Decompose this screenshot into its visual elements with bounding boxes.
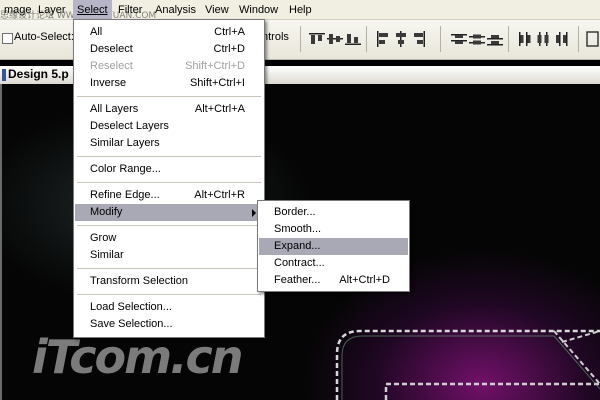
menu-item-deselect-layers[interactable]: Deselect Layers [75, 118, 263, 135]
menu-item-label: Color Range... [90, 163, 161, 175]
menu-separator [77, 96, 261, 97]
menu-item-label: All Layers [90, 103, 139, 115]
menu-item-transform-selection[interactable]: Transform Selection [75, 273, 263, 290]
menu-item-label: All [90, 26, 103, 38]
menu-item-label: Similar [90, 249, 124, 261]
menu-item-reselect: Reselect Shift+Ctrl+D [75, 58, 263, 75]
menu-item-shortcut: Ctrl+A [214, 26, 245, 38]
menu-item-label: Smooth... [274, 223, 322, 235]
menu-layer[interactable]: Layer [34, 0, 70, 20]
menu-item-shortcut: Shift+Ctrl+I [189, 77, 245, 89]
menu-item-label: Save Selection... [90, 318, 173, 330]
distribute-left-edges-icon[interactable] [516, 30, 534, 48]
menu-separator [77, 225, 261, 226]
menu-item-all-layers[interactable]: All Layers Alt+Ctrl+A [75, 101, 263, 118]
separator [440, 26, 441, 52]
menu-analysis[interactable]: Analysis [151, 0, 200, 20]
menu-bar: 思缘设计论坛 WWW.MISSYUAN.COM mage Layer Selec… [0, 0, 600, 21]
distribute-vertical-centers-icon[interactable] [468, 30, 486, 48]
separator [508, 26, 509, 52]
menu-item-label: Inverse [90, 77, 127, 89]
menu-item-grow[interactable]: Grow [75, 230, 263, 247]
menu-item-label: Modify [90, 206, 123, 218]
separator [366, 26, 367, 52]
menu-separator [77, 156, 261, 157]
align-horizontal-centers-icon[interactable] [392, 30, 410, 48]
distribute-horizontal-centers-icon[interactable] [534, 30, 552, 48]
distribute-right-edges-icon[interactable] [552, 30, 570, 48]
menu-separator [77, 268, 261, 269]
select-menu: All Ctrl+A Deselect Ctrl+D Reselect Shift+C… [73, 19, 265, 338]
separator [578, 26, 579, 52]
align-vertical-centers-icon[interactable] [326, 30, 344, 48]
menu-item-label: Expand... [274, 240, 321, 252]
menu-help[interactable]: Help [285, 0, 316, 20]
menu-view[interactable]: View [201, 0, 233, 20]
menu-item-feather[interactable]: Feather... Alt+Ctrl+D [259, 272, 408, 289]
menu-item-refine-edge[interactable]: Refine Edge... Alt+Ctrl+R [75, 187, 263, 204]
menu-item-modify[interactable]: Modify [75, 204, 263, 221]
menu-item-color-range[interactable]: Color Range... [75, 161, 263, 178]
distribute-top-edges-icon[interactable] [450, 30, 468, 48]
menu-item-label: Refine Edge... [90, 189, 160, 201]
document-title: Design 5.p [8, 67, 69, 81]
menu-item-label: Grow [90, 232, 117, 244]
menu-item-label: Border... [274, 206, 316, 218]
menu-select-label: Select [77, 4, 108, 16]
menu-item-label: Feather... [274, 274, 321, 286]
menu-item-shortcut: Alt+Ctrl+R [194, 189, 245, 201]
menu-item-label: Transform Selection [90, 275, 189, 287]
menu-item-contract[interactable]: Contract... [259, 255, 408, 272]
menu-item-similar[interactable]: Similar [75, 247, 263, 264]
menu-item-shortcut: Shift+Ctrl+D [185, 60, 245, 72]
menu-item-label: Similar Layers [90, 137, 160, 149]
distribute-bottom-edges-icon[interactable] [486, 30, 504, 48]
menu-image[interactable]: mage [0, 0, 36, 20]
menu-item-save-selection[interactable]: Save Selection... [75, 316, 263, 333]
menu-item-inverse[interactable]: Inverse Shift+Ctrl+I [75, 75, 263, 92]
menu-separator [77, 294, 261, 295]
menu-item-shortcut: Alt+Ctrl+A [194, 103, 245, 115]
menu-separator [77, 182, 261, 183]
auto-select-label: Auto-Select: [14, 31, 74, 43]
menu-item-border[interactable]: Border... [259, 204, 408, 221]
menu-item-label: Contract... [274, 257, 325, 269]
menu-item-load-selection[interactable]: Load Selection... [75, 299, 263, 316]
auto-select-checkbox[interactable] [2, 33, 13, 44]
menu-item-all[interactable]: All Ctrl+A [75, 24, 263, 41]
menu-item-label: Reselect [90, 60, 133, 72]
site-logo: iTcom.cn [32, 330, 244, 384]
menu-select[interactable]: Select [73, 0, 112, 20]
modify-submenu: Border... Smooth... Expand... Contract..… [257, 200, 410, 292]
submenu-arrow-icon [252, 209, 256, 217]
align-bottom-edges-icon[interactable] [344, 30, 362, 48]
document-icon [2, 69, 6, 81]
menu-item-similar-layers[interactable]: Similar Layers [75, 135, 263, 152]
menu-item-label: Load Selection... [90, 301, 172, 313]
menu-window[interactable]: Window [235, 0, 282, 20]
show-transform-controls-label: ntrols [262, 31, 289, 43]
menu-filter[interactable]: Filter [114, 0, 146, 20]
align-top-edges-icon[interactable] [308, 30, 326, 48]
align-right-edges-icon[interactable] [410, 30, 428, 48]
menu-item-deselect[interactable]: Deselect Ctrl+D [75, 41, 263, 58]
menu-item-shortcut: Ctrl+D [213, 43, 245, 55]
separator [300, 26, 301, 52]
menu-item-expand[interactable]: Expand... [259, 238, 408, 255]
menu-item-label: Deselect [90, 43, 133, 55]
menu-item-shortcut: Alt+Ctrl+D [339, 274, 390, 286]
align-left-edges-icon[interactable] [374, 30, 392, 48]
menu-item-label: Deselect Layers [90, 120, 169, 132]
auto-align-layers-icon[interactable] [584, 30, 600, 48]
menu-item-smooth[interactable]: Smooth... [259, 221, 408, 238]
